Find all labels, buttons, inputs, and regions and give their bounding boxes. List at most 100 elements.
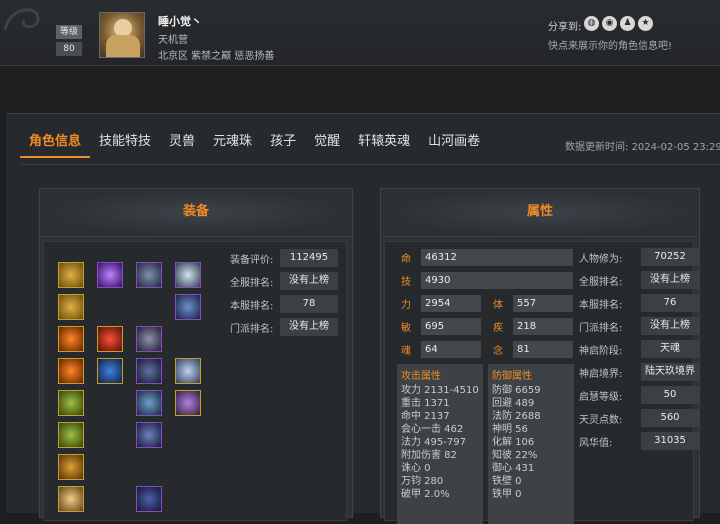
equipment-slot[interactable] (58, 294, 84, 320)
tab-bar: 角色信息 技能特技 灵兽 元魂珠 孩子 觉醒 轩辕英魂 山河画卷 (20, 126, 489, 158)
equipment-slot[interactable] (136, 486, 162, 512)
attributes-panel: 属性 命 46312 技 4930 力 2954 体 557 敏 695 疾 218 魂 64… (380, 188, 700, 524)
tab-child[interactable]: 孩子 (261, 126, 305, 158)
equipment-slot[interactable] (175, 390, 201, 416)
avatar[interactable] (99, 12, 145, 58)
equipment-slot[interactable] (58, 358, 84, 384)
defense-line: 化解 106 (492, 437, 535, 448)
attack-line: 破甲 2.0% (401, 489, 450, 500)
weibo-share-icon[interactable]: ◉ (602, 16, 617, 31)
elegance-row: 风华值: 31035 (579, 432, 699, 450)
tab-spirit-beast[interactable]: 灵兽 (160, 126, 204, 158)
stat-value: 2954 (421, 294, 481, 312)
attributes-title: 属性 (381, 189, 699, 237)
equipment-slot[interactable] (175, 294, 201, 320)
equipment-slot[interactable] (136, 326, 162, 352)
tab-xuanyuan-soul[interactable]: 轩辕英魂 (349, 126, 419, 158)
divine-realm-row: 神启境界: 陆天玖境界 (579, 363, 699, 381)
equipment-slot[interactable] (58, 422, 84, 448)
row-label: 人物修为: (579, 253, 623, 265)
attack-title: 攻击属性 (401, 371, 441, 382)
server-rank-row: 本服排名: 76 (579, 294, 699, 312)
tab-landscape-scroll[interactable]: 山河画卷 (419, 126, 489, 158)
row-value: 没有上榜 (280, 272, 338, 290)
equipment-slot[interactable] (58, 486, 84, 512)
decorative-swirl-icon (3, 8, 40, 31)
equipment-slot[interactable] (58, 454, 84, 480)
row-label: 风华值: (579, 437, 613, 449)
tab-soul-orb[interactable]: 元魂珠 (204, 126, 261, 158)
defense-line: 铁甲 0 (492, 489, 522, 500)
attack-line: 万钧 280 (401, 476, 444, 487)
equipment-slot[interactable] (97, 262, 123, 288)
defense-line: 铁壁 0 (492, 476, 522, 487)
stat-value: 695 (421, 317, 481, 335)
stat-key: 念 (493, 345, 503, 357)
row-label: 门派排名: (230, 323, 274, 335)
equipment-slot[interactable] (97, 358, 123, 384)
share-icons: ◍ ◉ ♟ ★ (584, 16, 653, 31)
player-name: 睡小觉丶 (158, 15, 202, 28)
stat-key: 敏 (401, 322, 411, 334)
defense-line: 知彼 22% (492, 450, 538, 461)
stat-key: 力 (401, 299, 411, 311)
qzone-share-icon[interactable]: ★ (638, 16, 653, 31)
equipment-slot[interactable] (136, 262, 162, 288)
wisdom-level-row: 启慧等级: 50 (579, 386, 699, 404)
row-label: 本服排名: (579, 299, 623, 311)
stat-row: 体 557 (493, 294, 573, 312)
equipment-slot[interactable] (97, 326, 123, 352)
player-sect: 天机营 (158, 35, 188, 46)
stat-row: 敏 695 (401, 317, 481, 335)
row-label: 神启境界: (579, 368, 623, 380)
row-label: 门派排名: (579, 322, 623, 334)
defense-line: 神明 56 (492, 424, 528, 435)
stat-value: 557 (513, 294, 573, 312)
row-value: 50 (641, 386, 699, 404)
defense-title: 防御属性 (492, 371, 532, 382)
stat-value: 218 (513, 317, 573, 335)
stat-row: 念 81 (493, 340, 573, 358)
equipment-slot[interactable] (58, 326, 84, 352)
sect-rank-row: 门派排名: 没有上榜 (579, 317, 699, 335)
row-value: 112495 (280, 249, 338, 267)
stat-key: 技 (401, 276, 411, 288)
equipment-slot[interactable] (58, 262, 84, 288)
divine-stage-row: 神启阶段: 天魂 (579, 340, 699, 358)
wechat-share-icon[interactable]: ◍ (584, 16, 599, 31)
global-rank-row: 全服排名: 没有上榜 (579, 271, 699, 289)
equipment-slot[interactable] (175, 358, 201, 384)
equipment-global-rank-row: 全服排名: 没有上榜 (230, 271, 338, 291)
equipment-panel: 装备 装备评价: 112495 全服排名: 没有上榜 本服排名: 78 门派排名… (39, 188, 353, 521)
row-label: 神启阶段: (579, 345, 623, 357)
attack-line: 会心一击 462 (401, 424, 464, 435)
attack-line: 诛心 0 (401, 463, 431, 474)
tab-character-info[interactable]: 角色信息 (20, 126, 91, 158)
stat-row: 命 46312 (401, 248, 573, 266)
equipment-slot[interactable] (136, 358, 162, 384)
equipment-slot[interactable] (58, 390, 84, 416)
attack-attributes: 攻击属性 攻力 2131-4510 重击 1371 命中 2137 会心一击 4… (397, 364, 483, 524)
attack-line: 命中 2137 (401, 411, 450, 422)
level-value: 80 (56, 42, 82, 56)
row-value: 陆天玖境界 (641, 363, 699, 381)
tab-awakening[interactable]: 觉醒 (305, 126, 349, 158)
tab-skills[interactable]: 技能特技 (90, 126, 160, 158)
equipment-slot[interactable] (175, 262, 201, 288)
defense-line: 法防 2688 (492, 411, 541, 422)
equipment-slot[interactable] (136, 390, 162, 416)
stat-key: 体 (493, 299, 503, 311)
equipment-slot[interactable] (136, 422, 162, 448)
defense-line: 防御 6659 (492, 385, 541, 396)
cultivation-row: 人物修为: 70252 (579, 248, 699, 266)
row-value: 70252 (641, 248, 699, 266)
update-label: 数据更新时间: (565, 142, 629, 153)
row-label: 天灵点数: (579, 414, 623, 426)
row-value: 31035 (641, 432, 699, 450)
share-label: 分享到: (548, 22, 582, 33)
qq-share-icon[interactable]: ♟ (620, 16, 635, 31)
attack-line: 重击 1371 (401, 398, 450, 409)
stat-row: 技 4930 (401, 271, 573, 289)
spirit-points-row: 天灵点数: 560 (579, 409, 699, 427)
update-time: 数据更新时间: 2024-02-05 23:29 (565, 138, 720, 153)
